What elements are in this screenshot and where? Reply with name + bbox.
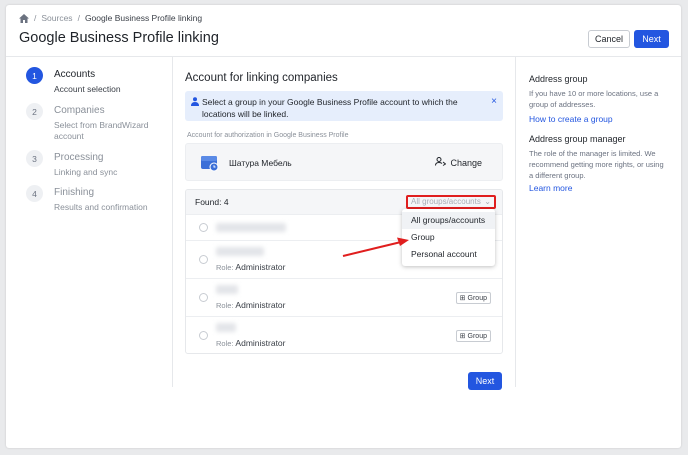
step-title: Accounts xyxy=(54,69,96,80)
learn-more-link[interactable]: Learn more xyxy=(529,183,572,193)
blurred-name xyxy=(216,323,236,332)
step-title: Processing xyxy=(54,152,104,163)
step-subtitle: Select from BrandWizard account xyxy=(54,120,149,141)
cancel-button[interactable]: Cancel xyxy=(588,30,630,48)
list-item[interactable]: Role: Administrator ⊞ Group xyxy=(186,316,502,353)
page-header: / Sources / Google Business Profile link… xyxy=(6,5,681,57)
page-card: / Sources / Google Business Profile link… xyxy=(6,5,681,448)
breadcrumb-current: Google Business Profile linking xyxy=(84,13,203,23)
role-text: Role: Administrator xyxy=(216,262,286,272)
group-icon: ⊞ xyxy=(459,295,466,302)
step-number: 3 xyxy=(26,150,43,167)
breadcrumb-separator: / xyxy=(34,13,37,23)
dropdown-option-all[interactable]: All groups/accounts xyxy=(402,212,495,229)
groups-filter-dropdown: All groups/accounts Group Personal accou… xyxy=(402,209,495,266)
divider xyxy=(172,57,173,387)
divider xyxy=(515,57,516,387)
user-icon xyxy=(191,97,199,108)
how-to-create-group-link[interactable]: How to create a group xyxy=(529,114,613,124)
help-text-address-group: If you have 10 or more locations, use a … xyxy=(529,89,659,109)
annotation-arrow xyxy=(342,237,409,257)
step-subtitle: Results and confirmation xyxy=(54,202,148,212)
radio-button[interactable] xyxy=(199,331,208,340)
step-number: 2 xyxy=(26,103,43,120)
blurred-name xyxy=(216,247,264,256)
breadcrumb-sources[interactable]: Sources xyxy=(41,13,72,23)
account-name: Шатура Мебель xyxy=(229,158,292,168)
blurred-name xyxy=(216,285,238,294)
close-icon[interactable]: × xyxy=(491,96,497,107)
group-badge: ⊞ Group xyxy=(455,292,491,304)
step-number: 1 xyxy=(26,67,43,84)
user-switch-icon xyxy=(435,157,447,168)
group-badge: ⊞ Group xyxy=(455,330,491,342)
role-text: Role: Administrator xyxy=(216,300,286,310)
step-number: 4 xyxy=(26,185,43,202)
help-title-manager: Address group manager xyxy=(529,134,626,144)
group-icon: ⊞ xyxy=(459,333,466,340)
chevron-down-icon: ⌄ xyxy=(484,197,491,206)
auth-account-label: Account for authorization in Google Busi… xyxy=(187,132,349,139)
alert-text: Select a group in your Google Business P… xyxy=(202,97,458,119)
change-account-button[interactable]: Change xyxy=(435,157,482,168)
step-title: Finishing xyxy=(54,187,95,198)
filter-value: All groups/accounts xyxy=(411,197,481,206)
list-item[interactable]: Role: Administrator ⊞ Group xyxy=(186,278,502,316)
step-title: Companies xyxy=(54,105,105,116)
help-text-manager: The role of the manager is limited. We r… xyxy=(529,149,664,180)
breadcrumb: / Sources / Google Business Profile link… xyxy=(19,13,202,23)
breadcrumb-separator: / xyxy=(77,13,80,23)
dropdown-option-group[interactable]: Group xyxy=(402,229,495,246)
page-title: Google Business Profile linking xyxy=(19,30,219,46)
role-text: Role: Administrator xyxy=(216,338,286,348)
step-subtitle: Account selection xyxy=(54,84,121,94)
radio-button[interactable] xyxy=(199,255,208,264)
step-subtitle: Linking and sync xyxy=(54,167,118,177)
change-label: Change xyxy=(450,157,482,168)
dropdown-option-personal[interactable]: Personal account xyxy=(402,246,495,263)
found-count: Found: 4 xyxy=(195,197,229,207)
blurred-name xyxy=(216,223,286,232)
groups-filter-select[interactable]: All groups/accounts ⌄ xyxy=(406,195,496,209)
google-business-icon xyxy=(200,153,220,175)
auth-account-card: Шатура Мебель Change xyxy=(185,143,503,181)
radio-button[interactable] xyxy=(199,293,208,302)
home-icon[interactable] xyxy=(19,13,29,23)
help-title-address-group: Address group xyxy=(529,74,588,84)
info-alert: Select a group in your Google Business P… xyxy=(185,91,503,121)
next-button-bottom[interactable]: Next xyxy=(468,372,502,390)
next-button-top[interactable]: Next xyxy=(634,30,669,48)
radio-button[interactable] xyxy=(199,223,208,232)
section-title: Account for linking companies xyxy=(185,72,338,84)
